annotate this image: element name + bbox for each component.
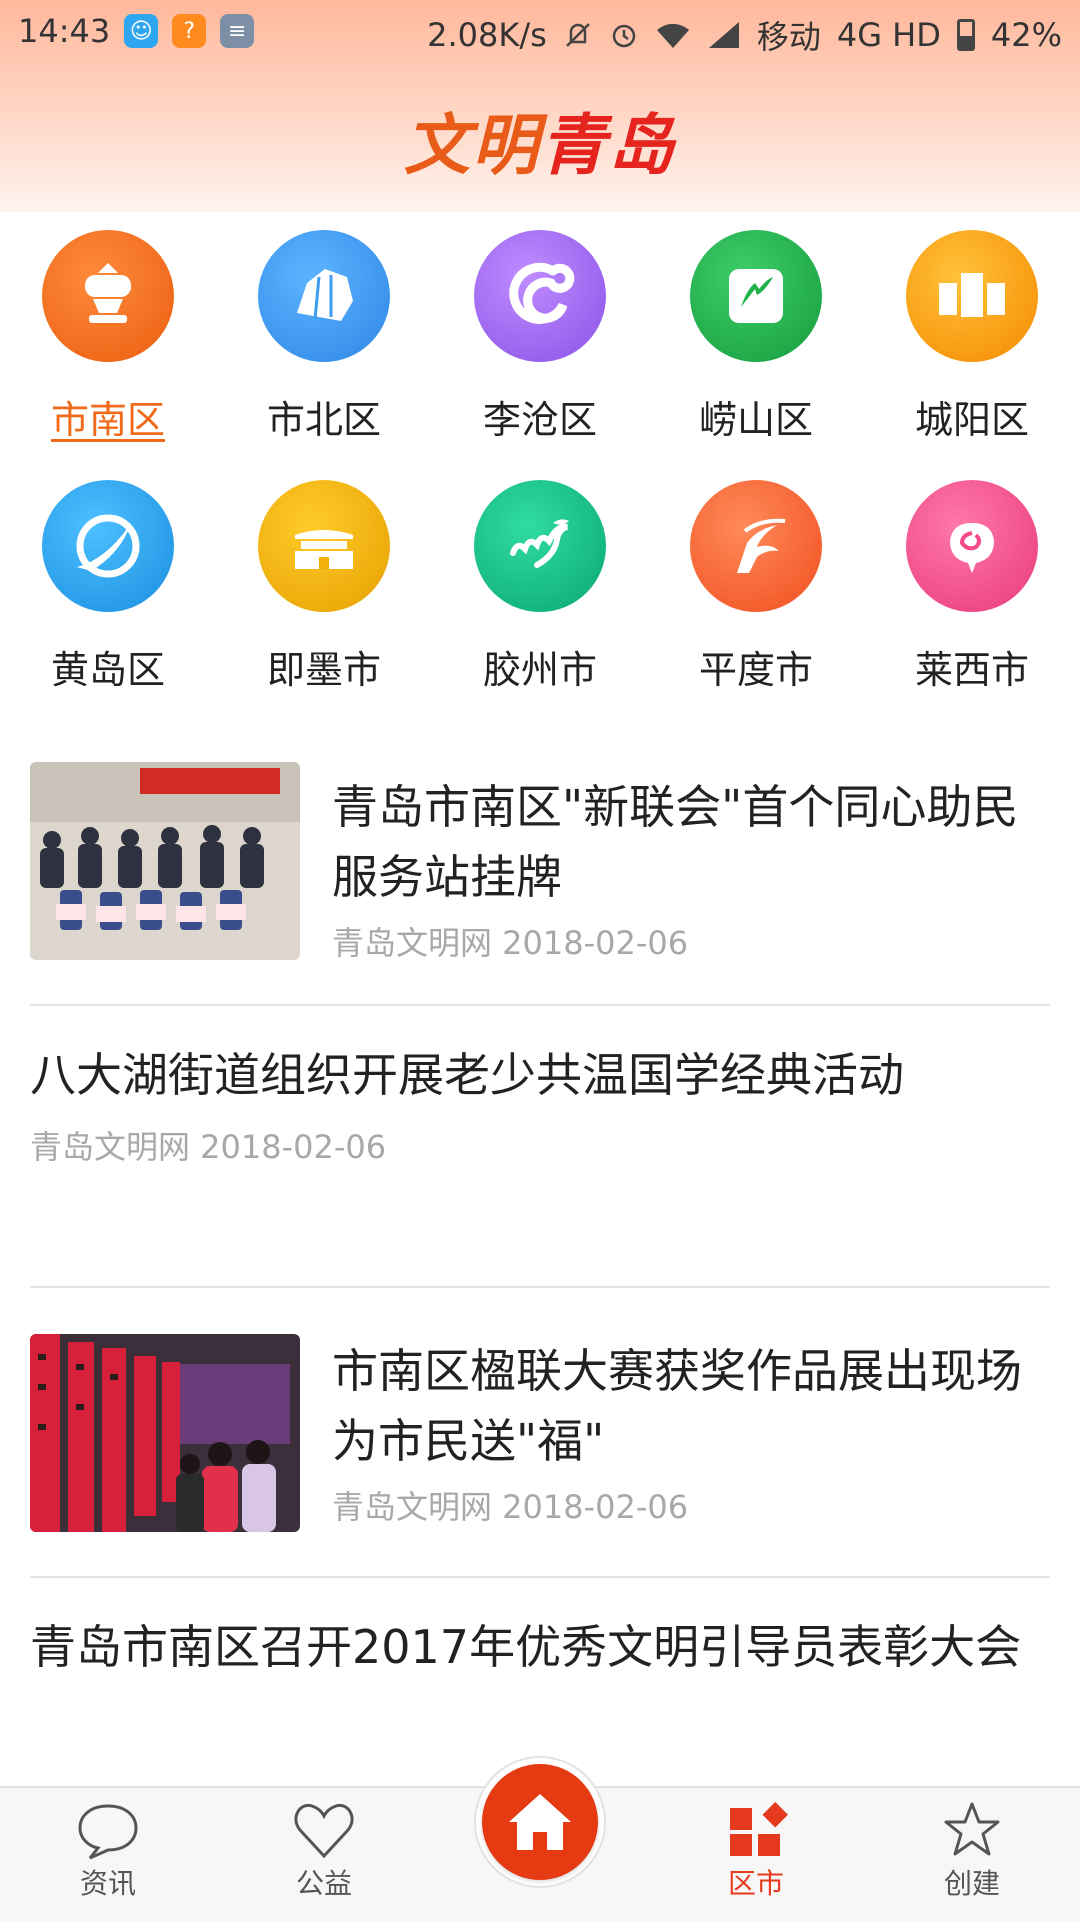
news-title: 青岛市南区"新联会"首个同心助民服务站挂牌 xyxy=(332,780,1019,904)
chat-bubble-icon xyxy=(78,1804,138,1860)
nav-label: 资讯 xyxy=(79,1867,136,1900)
pingdu-emblem-icon xyxy=(690,480,822,612)
grid-diamond-icon xyxy=(730,1802,788,1856)
district-label: 即墨市 xyxy=(266,648,381,692)
mute-vibrate-icon xyxy=(565,23,590,47)
laixi-emblem-icon xyxy=(906,480,1038,612)
wifi-icon xyxy=(656,23,689,48)
huangdao-emblem-icon xyxy=(42,480,174,612)
news-source-date: 青岛文明网 2018-02-06 xyxy=(30,1128,387,1166)
news-title: 八大湖街道组织开展老少共温国学经典活动 xyxy=(30,1048,904,1102)
header: 14:43 ☺ ? ≡ 2.08K/s 移动 4G HD 42% 文明青岛 xyxy=(0,0,1080,212)
district-label: 黄岛区 xyxy=(50,648,165,692)
signal-icon xyxy=(708,22,739,48)
licang-emblem-icon xyxy=(474,230,606,362)
network-type: 4G HD xyxy=(836,16,941,54)
nav-label: 创建 xyxy=(943,1867,1000,1900)
news-title: 市南区楹联大赛获奖作品展出现场为市民送"福" xyxy=(332,1344,1022,1468)
status-bar: 14:43 ☺ ? ≡ 2.08K/s 移动 4G HD 42% xyxy=(0,0,1080,62)
district-label: 市南区 xyxy=(50,398,165,442)
district-item-shibei[interactable]: 市北区 xyxy=(216,230,432,442)
shinan-emblem-icon xyxy=(42,230,174,362)
news-item[interactable]: 市南区楹联大赛获奖作品展出现场为市民送"福" 青岛文明网 2018-02-06 xyxy=(30,1288,1050,1578)
notification-message-icon: ≡ xyxy=(220,14,255,48)
home-button[interactable] xyxy=(482,1764,598,1880)
district-item-chengyang[interactable]: 城阳区 xyxy=(864,230,1080,442)
district-label: 胶州市 xyxy=(482,648,597,692)
district-label: 崂山区 xyxy=(698,398,813,442)
notification-question-icon: ? xyxy=(172,14,207,48)
news-source-date: 青岛文明网 2018-02-06 xyxy=(332,1488,689,1526)
district-grid: 市南区 市北区 李沧区 崂山区 城阳区 黄岛区 即墨市 胶州市 平度市 莱西市 xyxy=(0,230,1080,692)
laoshan-emblem-icon xyxy=(690,230,822,362)
alarm-icon xyxy=(612,24,636,48)
district-item-jiaozhou[interactable]: 胶州市 xyxy=(432,480,648,692)
nav-tab-charity[interactable]: 公益 xyxy=(216,1788,432,1922)
news-item[interactable]: 八大湖街道组织开展老少共温国学经典活动 青岛文明网 2018-02-06 xyxy=(30,1006,1050,1288)
news-thumbnail xyxy=(30,762,300,960)
district-label: 市北区 xyxy=(266,398,381,442)
district-label: 莱西市 xyxy=(914,648,1029,692)
nav-tab-news[interactable]: 资讯 xyxy=(0,1788,216,1922)
district-label: 城阳区 xyxy=(914,398,1029,442)
district-item-pingdu[interactable]: 平度市 xyxy=(648,480,864,692)
nav-tab-create[interactable]: 创建 xyxy=(864,1788,1080,1922)
news-thumbnail xyxy=(30,1334,300,1532)
news-source-date: 青岛文明网 2018-02-06 xyxy=(332,924,689,962)
app-logo-part1: 文明 xyxy=(404,107,540,184)
district-item-jimo[interactable]: 即墨市 xyxy=(216,480,432,692)
district-label: 李沧区 xyxy=(482,398,597,442)
district-label: 平度市 xyxy=(698,648,813,692)
district-item-laoshan[interactable]: 崂山区 xyxy=(648,230,864,442)
battery-icon xyxy=(956,19,975,51)
star-icon xyxy=(944,1802,1000,1856)
notification-app-icon: ☺ xyxy=(124,14,159,48)
district-item-shinan[interactable]: 市南区 xyxy=(0,230,216,442)
nav-tab-districts[interactable]: 区市 xyxy=(648,1788,864,1922)
battery-level: 42% xyxy=(990,16,1062,54)
network-speed: 2.08K/s xyxy=(427,16,547,54)
jiaozhou-emblem-icon xyxy=(474,480,606,612)
news-item[interactable]: 青岛市南区"新联会"首个同心助民服务站挂牌 青岛文明网 2018-02-06 xyxy=(30,740,1050,1006)
district-item-laixi[interactable]: 莱西市 xyxy=(864,480,1080,692)
news-title: 青岛市南区召开2017年优秀文明引导员表彰大会 xyxy=(30,1620,1022,1674)
nav-label: 公益 xyxy=(295,1867,352,1900)
heart-icon xyxy=(294,1803,354,1859)
chengyang-emblem-icon xyxy=(906,230,1038,362)
status-time: 14:43 xyxy=(18,12,111,50)
app-logo: 文明青岛 xyxy=(0,92,1080,188)
district-item-licang[interactable]: 李沧区 xyxy=(432,230,648,442)
district-item-huangdao[interactable]: 黄岛区 xyxy=(0,480,216,692)
app-logo-part2: 青岛 xyxy=(540,107,676,184)
shibei-emblem-icon xyxy=(258,230,390,362)
nav-label: 区市 xyxy=(727,1867,784,1900)
carrier-name: 移动 xyxy=(756,18,821,56)
home-icon xyxy=(509,1794,571,1850)
jimo-emblem-icon xyxy=(258,480,390,612)
